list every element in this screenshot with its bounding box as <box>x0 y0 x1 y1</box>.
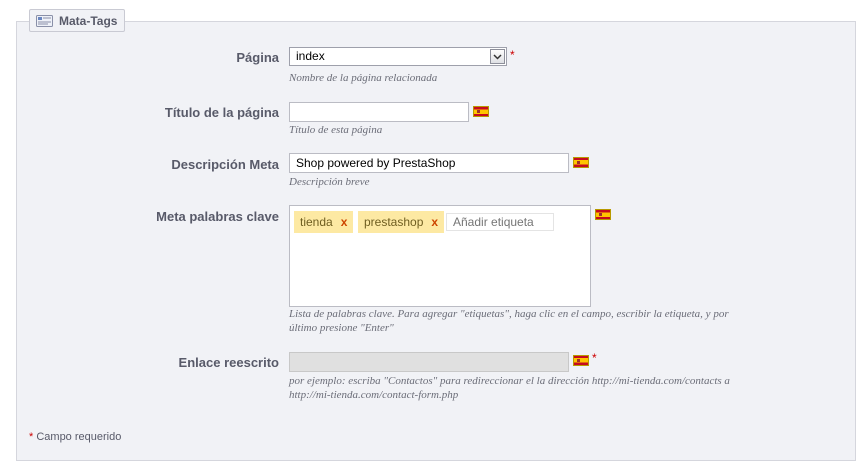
enlace-required-marker: * <box>592 351 597 365</box>
titulo-hint: Título de esta página <box>289 124 383 136</box>
meta-tags-legend: Mata-Tags <box>29 9 126 32</box>
meta-tags-icon <box>36 14 53 27</box>
required-note-text: Campo requerido <box>36 431 122 443</box>
keywords-hint-line2: último presione "Enter" <box>289 322 394 334</box>
enlace-label: Enlace reescrito <box>178 355 279 370</box>
enlace-input <box>289 352 569 372</box>
keywords-tag-input-box[interactable]: tienda x prestashop x <box>289 205 591 307</box>
enlace-hint-line2: http://mi-tienda.com/contact-form.php <box>289 389 459 401</box>
pagina-hint: Nombre de la página relacionada <box>289 72 438 84</box>
spain-flag-icon[interactable] <box>573 355 589 366</box>
tag-text: tienda <box>300 215 333 229</box>
pagina-select[interactable]: index <box>289 47 507 66</box>
descripcion-input[interactable] <box>289 153 569 173</box>
tag-remove-icon[interactable]: x <box>341 215 348 229</box>
required-field-note: * Campo requerido <box>29 431 121 443</box>
titulo-label: Título de la página <box>164 105 279 120</box>
tag-remove-icon[interactable]: x <box>431 215 438 229</box>
tag-item: tienda x <box>294 211 354 233</box>
spain-flag-icon[interactable] <box>595 209 611 220</box>
tag-text: prestashop <box>364 215 424 229</box>
tag-item: prestashop x <box>358 211 445 233</box>
pagina-required-marker: * <box>510 48 515 62</box>
titulo-input[interactable] <box>289 102 469 122</box>
chevron-down-icon[interactable] <box>490 49 505 64</box>
pagina-selected-value: index <box>296 49 325 63</box>
enlace-hint-line1: por ejemplo: escriba "Contactos" para re… <box>289 375 730 387</box>
spain-flag-icon[interactable] <box>473 106 489 117</box>
add-tag-input[interactable] <box>446 213 554 231</box>
pagina-label: Página <box>236 50 279 65</box>
descripcion-hint: Descripción breve <box>289 176 370 188</box>
keywords-label: Meta palabras clave <box>156 209 279 224</box>
required-star: * <box>29 431 34 443</box>
spain-flag-icon[interactable] <box>573 157 589 168</box>
keywords-hint-line1: Lista de palabras clave. Para agregar "e… <box>289 308 729 320</box>
legend-title: Mata-Tags <box>59 13 118 28</box>
descripcion-label: Descripción Meta <box>171 157 279 172</box>
